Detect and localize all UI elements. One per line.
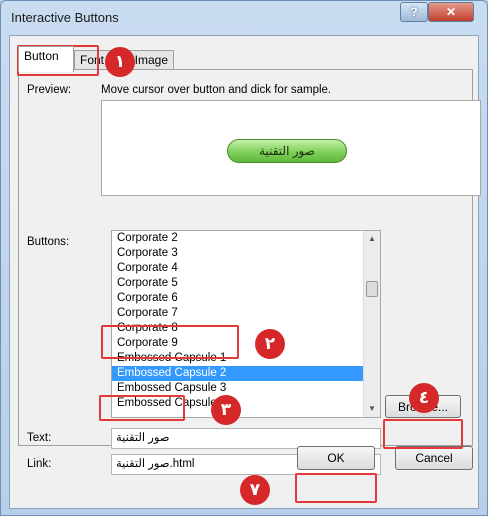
scroll-up-icon[interactable]: ▲	[364, 231, 380, 247]
list-item[interactable]: Corporate 6	[112, 291, 380, 306]
preview-hint: Move cursor over button and dick for sam…	[101, 84, 332, 96]
close-button[interactable]: ✕	[428, 2, 474, 22]
scroll-thumb[interactable]	[366, 281, 378, 297]
close-icon: ✕	[445, 5, 457, 19]
list-items: Corporate 2 Corporate 3 Corporate 4 Corpora…	[112, 231, 380, 411]
annotation-badge-4: ٤	[409, 383, 439, 413]
window-title: Interactive Buttons	[11, 10, 119, 25]
annotation-highlight-browse	[383, 419, 463, 449]
list-scrollbar[interactable]: ▲ ▼	[363, 231, 380, 417]
annotation-badge-3: ٣	[211, 395, 241, 425]
annotation-highlight-ok	[295, 473, 377, 503]
list-item[interactable]: Corporate 7	[112, 306, 380, 321]
buttons-label: Buttons:	[27, 236, 70, 248]
link-label: Link:	[27, 458, 52, 470]
help-button[interactable]: ?	[400, 2, 428, 22]
preview-label: Preview:	[27, 84, 72, 96]
dialog-window: Interactive Buttons ? ✕ Button Font Imag…	[0, 0, 488, 516]
list-item[interactable]: Embossed Capsule 3	[112, 381, 380, 396]
annotation-badge-7: ٧	[240, 475, 270, 505]
tab-button[interactable]: Button	[18, 46, 74, 72]
list-item[interactable]: Corporate 3	[112, 246, 380, 261]
scroll-down-icon[interactable]: ▼	[364, 401, 380, 417]
sample-button[interactable]: صور التقنية	[227, 139, 347, 163]
button-tab-panel: Preview: Move cursor over button and dic…	[18, 69, 481, 475]
annotation-highlight-item	[101, 325, 239, 359]
annotation-badge-2: ٢	[255, 329, 285, 359]
ok-button[interactable]: OK	[297, 446, 375, 470]
list-item[interactable]: Corporate 4	[112, 261, 380, 276]
list-item[interactable]: Corporate 2	[112, 231, 380, 246]
cancel-button[interactable]: Cancel	[395, 446, 473, 470]
annotation-highlight-text	[99, 395, 185, 421]
preview-area[interactable]: صور التقنية	[101, 100, 481, 196]
annotation-badge-1: ١	[105, 47, 135, 77]
list-item[interactable]: Embossed Capsule 2	[112, 366, 380, 381]
title-bar[interactable]: Interactive Buttons ? ✕	[1, 1, 487, 35]
text-label: Text:	[27, 432, 52, 444]
list-item[interactable]: Corporate 5	[112, 276, 380, 291]
text-value: صور التقنية	[116, 432, 170, 444]
link-value: صور التقنية.html	[116, 458, 195, 470]
buttons-listbox[interactable]: Corporate 2 Corporate 3 Corporate 4 Corpora…	[111, 230, 381, 418]
